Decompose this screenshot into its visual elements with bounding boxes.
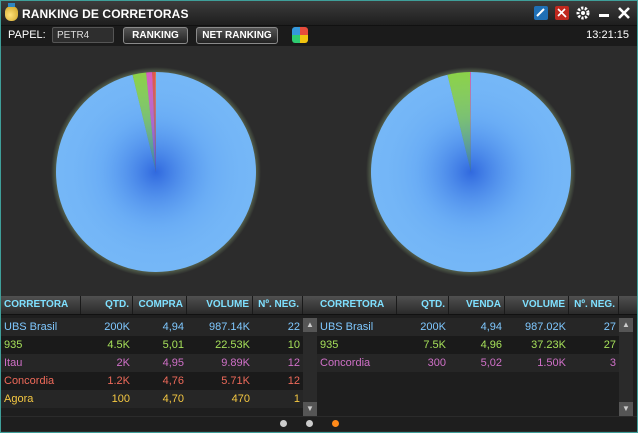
unlink-icon[interactable] <box>554 5 570 21</box>
table-cell-volume: 1.50K <box>537 357 566 369</box>
scrollbar[interactable]: ▲ ▼ <box>303 318 317 416</box>
table-cell-preco: 5,01 <box>162 339 184 351</box>
table-cell-qtd: 300 <box>427 357 446 369</box>
table-cell-qtd: 4.5K <box>107 339 130 351</box>
table-cell-preco: 5,02 <box>480 357 502 369</box>
table-cell-volume: 22.53K <box>215 339 250 351</box>
net-ranking-button[interactable]: NET RANKING <box>196 27 278 44</box>
column-header[interactable]: VENDA <box>449 296 505 314</box>
title-bar[interactable]: RANKING DE CORRETORAS <box>1 1 637 26</box>
page-dot-3[interactable] <box>332 420 339 427</box>
table-cell-corretora: UBS Brasil <box>320 321 374 333</box>
scroll-up-icon[interactable]: ▲ <box>619 318 633 332</box>
table-cell-qtd: 7.5K <box>423 339 446 351</box>
table-cell-corretora: Agora <box>4 393 34 405</box>
scrollbar[interactable]: ▲ ▼ <box>619 318 633 416</box>
table-row[interactable]: 935 7.5K 4,96 37.23K 27 <box>317 336 619 354</box>
column-header[interactable]: CORRETORA <box>317 296 397 314</box>
table-header: CORRETORA QTD. COMPRA VOLUME Nº. NEG. <box>1 296 317 315</box>
table-cell-qtd: 200K <box>420 321 446 333</box>
column-header[interactable]: QTD. <box>81 296 133 314</box>
table-cell-neg: 27 <box>603 339 616 351</box>
table-cell-corretora: UBS Brasil <box>4 321 58 333</box>
column-header[interactable]: QTD. <box>397 296 449 314</box>
scroll-up-icon[interactable]: ▲ <box>303 318 317 332</box>
table-cell-preco: 4,70 <box>162 393 184 405</box>
table-cell-neg: 12 <box>287 357 300 369</box>
table-cell-corretora: Concordia <box>320 357 371 369</box>
link-icon[interactable] <box>533 5 549 21</box>
tables-area: CORRETORA QTD. COMPRA VOLUME Nº. NEG. UBS Bra… <box>1 296 637 416</box>
page-dot-1[interactable] <box>280 420 287 427</box>
buy-table: CORRETORA QTD. COMPRA VOLUME Nº. NEG. UBS Bra… <box>1 296 317 416</box>
table-cell-corretora: Itau <box>4 357 23 369</box>
medal-icon <box>5 3 18 21</box>
table-cell-preco: 4,94 <box>480 321 502 333</box>
table-row[interactable]: UBS Brasil 200K 4,94 987.14K 22 <box>1 318 303 336</box>
pie-shading <box>56 72 256 272</box>
close-icon[interactable] <box>616 5 632 21</box>
table-cell-corretora: 935 <box>4 339 23 351</box>
pie-shading <box>371 72 571 272</box>
pager <box>1 417 637 431</box>
table-cell-neg: 10 <box>287 339 300 351</box>
ranking-window: RANKING DE CORRETORAS PAPEL: PETR4 RANKI… <box>0 0 638 433</box>
table-cell-qtd: 1.2K <box>107 375 130 387</box>
table-cell-neg: 12 <box>287 375 300 387</box>
table-cell-volume: 9.89K <box>221 357 250 369</box>
table-row[interactable]: Itau 2K 4,95 9.89K 12 <box>1 354 303 372</box>
page-dot-2[interactable] <box>306 420 313 427</box>
column-header[interactable]: CORRETORA <box>1 296 81 314</box>
gear-icon[interactable] <box>575 5 591 21</box>
column-header[interactable]: VOLUME <box>505 296 569 314</box>
column-header[interactable]: COMPRA <box>133 296 187 314</box>
table-row[interactable]: UBS Brasil 200K 4,94 987.02K 27 <box>317 318 619 336</box>
clock: 13:21:15 <box>586 29 629 41</box>
table-header: CORRETORA QTD. VENDA VOLUME Nº. NEG. <box>317 296 637 315</box>
column-header[interactable]: Nº. NEG. <box>569 296 619 314</box>
table-cell-volume: 987.14K <box>209 321 250 333</box>
papel-input[interactable]: PETR4 <box>52 27 114 43</box>
table-row[interactable]: 935 4.5K 5,01 22.53K 10 <box>1 336 303 354</box>
table-row[interactable]: Agora 100 4,70 470 1 <box>1 390 303 408</box>
column-header[interactable]: Nº. NEG. <box>253 296 303 314</box>
refresh-icon[interactable] <box>292 27 308 43</box>
table-cell-qtd: 200K <box>104 321 130 333</box>
table-cell-qtd: 2K <box>116 357 130 369</box>
pie-charts <box>51 67 576 277</box>
column-header[interactable]: VOLUME <box>187 296 253 314</box>
charts-area <box>1 46 637 296</box>
table-cell-preco: 4,95 <box>162 357 184 369</box>
table-cell-neg: 22 <box>287 321 300 333</box>
table-cell-corretora: Concordia <box>4 375 55 387</box>
table-cell-preco: 4,96 <box>480 339 502 351</box>
scroll-down-icon[interactable]: ▼ <box>303 402 317 416</box>
table-cell-neg: 27 <box>603 321 616 333</box>
table-cell-volume: 987.02K <box>525 321 566 333</box>
toolbar: PAPEL: PETR4 RANKING NET RANKING 13:21:1… <box>1 26 637 46</box>
table-row[interactable]: Concordia 1.2K 4,76 5.71K 12 <box>1 372 303 390</box>
table-cell-neg: 1 <box>293 393 300 405</box>
table-cell-volume: 470 <box>231 393 250 405</box>
table-cell-volume: 37.23K <box>531 339 566 351</box>
table-row[interactable]: Concordia 300 5,02 1.50K 3 <box>317 354 619 372</box>
table-cell-preco: 4,76 <box>162 375 184 387</box>
table-cell-preco: 4,94 <box>162 321 184 333</box>
minimize-icon[interactable] <box>596 5 612 21</box>
ranking-button[interactable]: RANKING <box>123 27 188 44</box>
table-cell-neg: 3 <box>609 357 616 369</box>
window-title: RANKING DE CORRETORAS <box>22 7 189 21</box>
sell-table: CORRETORA QTD. VENDA VOLUME Nº. NEG. UBS Bras… <box>317 296 637 416</box>
table-cell-corretora: 935 <box>320 339 339 351</box>
scroll-down-icon[interactable]: ▼ <box>619 402 633 416</box>
papel-label: PAPEL: <box>8 29 46 41</box>
table-cell-qtd: 100 <box>111 393 130 405</box>
table-cell-volume: 5.71K <box>221 375 250 387</box>
